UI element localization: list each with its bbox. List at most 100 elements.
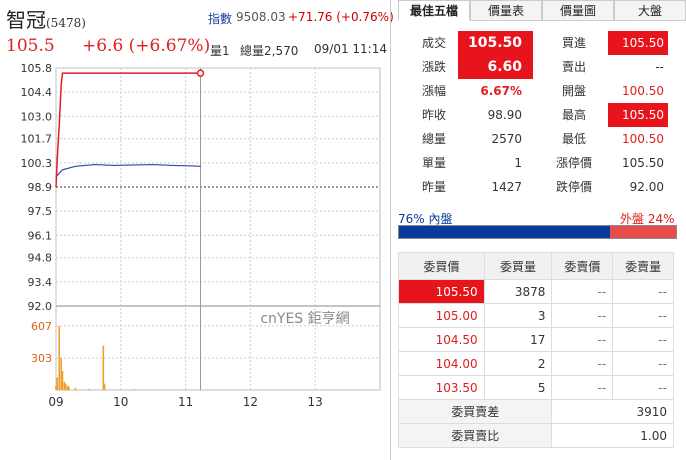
quote-value: 6.60 — [458, 55, 533, 79]
volume-tick-label: 303 — [31, 352, 52, 365]
last-price: 105.5 — [6, 36, 55, 56]
quote-row: 總量 2570 最低 100.50 — [410, 127, 668, 151]
quote-value: 105.50 — [608, 103, 668, 127]
quote-row: 成交 105.50 買進 105.50 — [410, 31, 668, 55]
book-header: 委買價 — [398, 252, 485, 280]
quote-row: 昨收 98.90 最高 105.50 — [410, 103, 668, 127]
volume-tick-label: 607 — [31, 320, 52, 333]
bid-volume: 3878 — [483, 279, 553, 304]
y-tick-label: 94.8 — [28, 252, 53, 265]
volume-bar — [102, 345, 105, 390]
quote-value: 2570 — [491, 132, 522, 146]
y-tick-label: 105.8 — [21, 62, 53, 75]
bid-price: 105.00 — [398, 303, 485, 328]
book-header: 委買量 — [483, 252, 553, 280]
book-row: 105.00 3 -- -- — [398, 303, 674, 328]
volume-bar — [58, 325, 61, 390]
last-volume: 量1 — [210, 44, 230, 58]
datetime: 09/01 11:14 — [314, 42, 387, 56]
bid-ask-ratio: 委買賣比 1.00 — [397, 423, 674, 448]
ask-price: -- — [551, 279, 614, 304]
quote-value: 6.67% — [480, 84, 522, 98]
bid-ask-ratio-label: 委買賣比 — [397, 423, 553, 448]
quote-value: 105.50 — [622, 156, 664, 170]
book-row: 105.50 3878 -- -- — [398, 279, 674, 304]
bid-volume: 2 — [483, 351, 553, 376]
ask-price: -- — [551, 327, 614, 352]
inner-outer-ratio-bar — [398, 225, 677, 239]
book-header: 委賣價 — [551, 252, 614, 280]
watermark: cnYES 鉅亨網 — [260, 310, 349, 327]
x-tick-label: 12 — [243, 395, 258, 409]
quote-value: 92.00 — [629, 180, 664, 194]
tab-price-volume-table[interactable]: 價量表 — [470, 0, 542, 21]
quote-label: 漲跌 — [421, 60, 446, 74]
quote-row: 漲幅 6.67% 開盤 100.50 — [410, 79, 668, 103]
quote-value: 1427 — [491, 180, 522, 194]
ask-volume: -- — [612, 351, 674, 376]
stock-code: (5478) — [46, 16, 86, 30]
book-row: 104.50 17 -- -- — [398, 327, 674, 352]
index-change: +71.76 (+0.76%) — [288, 10, 394, 24]
y-tick-label: 96.1 — [28, 229, 53, 242]
quote-row: 單量 1 漲停價 105.50 — [410, 151, 668, 175]
volume-bar — [61, 370, 64, 390]
x-tick-label: 13 — [308, 395, 323, 409]
y-tick-label: 93.4 — [28, 276, 53, 289]
quote-label: 賣出 — [561, 60, 586, 74]
price-change: +6.6 (+6.67%) — [82, 36, 211, 56]
bid-ask-diff-label: 委買賣差 — [397, 399, 553, 424]
y-tick-label: 103.0 — [21, 110, 53, 123]
inner-ratio-fill — [399, 226, 610, 238]
bid-volume: 17 — [483, 327, 553, 352]
quote-label: 昨收 — [421, 108, 446, 122]
tab-best-five[interactable]: 最佳五檔 — [398, 0, 470, 21]
volume-bar — [158, 389, 161, 390]
y-tick-label: 98.9 — [28, 181, 53, 194]
y-tick-label: 100.3 — [21, 157, 53, 170]
book-header-row: 委買價 委買量 委賣價 委賣量 — [398, 252, 674, 280]
last-price-marker — [196, 69, 205, 77]
quote-label: 成交 — [421, 36, 446, 50]
quote-value: 105.50 — [458, 31, 533, 55]
volume-bar — [68, 386, 70, 390]
quote-label: 漲停價 — [555, 156, 592, 170]
quote-table: 成交 105.50 買進 105.50 漲跌 6.60 賣出 -- 漲幅 6.67% 開盤 100.5… — [410, 31, 668, 199]
x-tick-label: 09 — [48, 395, 63, 409]
bid-price: 104.50 — [398, 327, 485, 352]
ask-volume: -- — [612, 303, 674, 328]
quote-label: 最高 — [561, 108, 586, 122]
bid-ask-diff-value: 3910 — [551, 399, 674, 424]
tab-price-volume-chart[interactable]: 價量圖 — [542, 0, 614, 21]
volume-bar — [103, 383, 106, 390]
index-label[interactable]: 指數 — [208, 10, 232, 27]
total-volume: 總量2,570 — [240, 44, 299, 58]
y-tick-label: 92.0 — [28, 300, 53, 313]
bid-price: 104.00 — [398, 351, 485, 376]
ask-price: -- — [551, 303, 614, 328]
quote-value: -- — [655, 60, 664, 74]
tab-market[interactable]: 大盤 — [614, 0, 686, 21]
ask-price: -- — [551, 351, 614, 376]
bid-ask-diff: 委買賣差 3910 — [397, 399, 674, 424]
quote-value: 105.50 — [608, 31, 668, 55]
volume-bar — [87, 388, 90, 390]
x-tick-label: 10 — [113, 395, 128, 409]
intraday-chart: 105.8 104.4 103.0 101.7 100.3 98.9 97.5 96.1 94.… — [21, 62, 381, 409]
bid-price: 105.50 — [398, 279, 485, 304]
quote-label: 跌停價 — [555, 180, 592, 194]
ask-price: -- — [551, 375, 614, 400]
quote-label: 單量 — [421, 156, 446, 170]
volume-bar — [56, 377, 59, 390]
quote-row: 昨量 1427 跌停價 92.00 — [410, 175, 668, 199]
quote-label: 開盤 — [561, 84, 586, 98]
volume-bar — [64, 383, 67, 390]
order-book-table: 委買價 委買量 委賣價 委賣量 105.50 3878 -- -- 105.00 3 -- -- 104… — [397, 252, 674, 448]
bid-ask-ratio-value: 1.00 — [551, 423, 674, 448]
index-value: 9508.03 — [236, 10, 286, 24]
book-row: 104.00 2 -- -- — [398, 351, 674, 376]
quote-row: 漲跌 6.60 賣出 -- — [410, 55, 668, 79]
quote-value: 100.50 — [622, 84, 664, 98]
volume-bar — [74, 387, 77, 390]
bid-volume: 3 — [483, 303, 553, 328]
